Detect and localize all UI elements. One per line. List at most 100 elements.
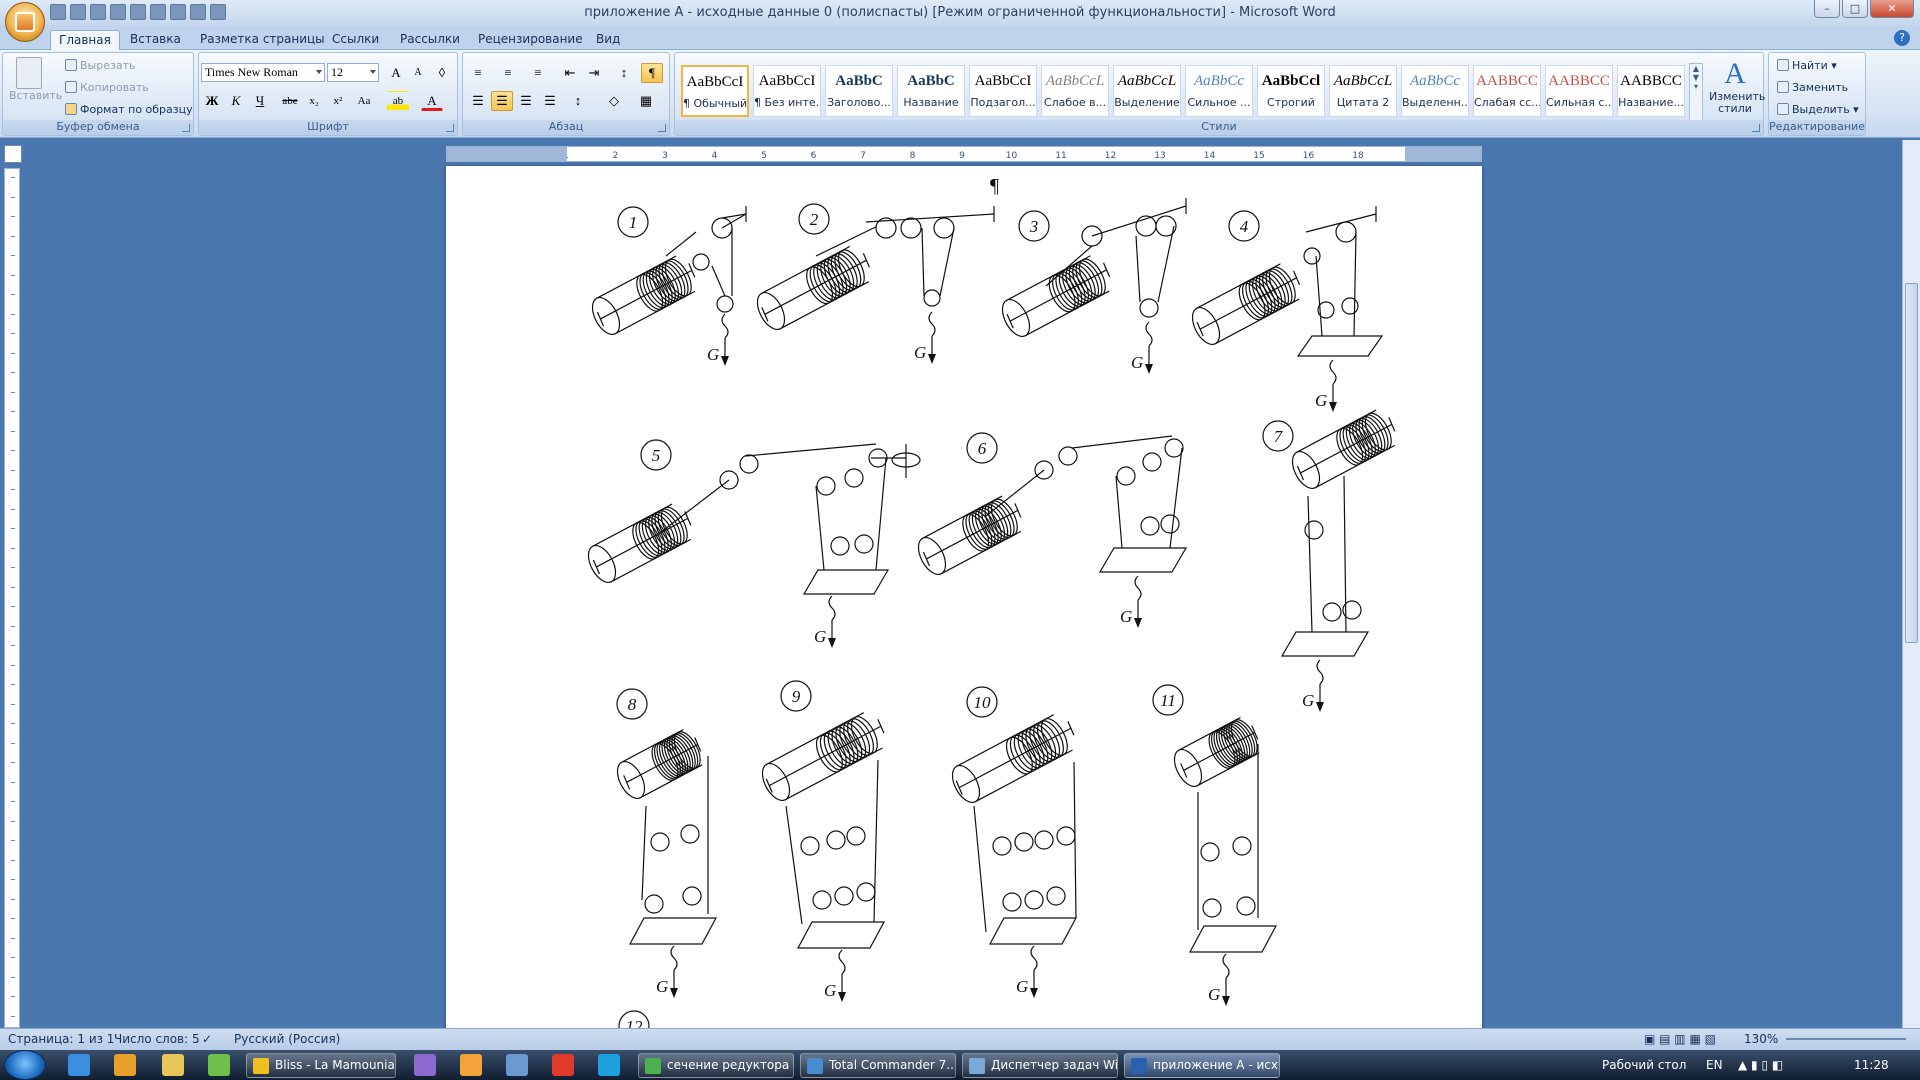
- bold-button[interactable]: Ж: [201, 91, 223, 111]
- underline-button[interactable]: Ч: [249, 91, 271, 111]
- style-tile[interactable]: AaBbCcL Цитата 2: [1329, 65, 1397, 117]
- task-manager[interactable]: Диспетчер задач Wi...: [962, 1053, 1118, 1078]
- sort-icon[interactable]: ↕: [613, 63, 635, 83]
- paragraph-launcher-icon[interactable]: [658, 124, 666, 132]
- view-buttons[interactable]: ▣ ▤ ▥ ▦ ▧: [1644, 1032, 1716, 1046]
- styles-launcher-icon[interactable]: [1752, 124, 1760, 132]
- tab-view[interactable]: Вид: [588, 30, 628, 50]
- justify-icon[interactable]: ☰: [539, 91, 561, 111]
- style-tile[interactable]: AABBCC Сильная с...: [1545, 65, 1613, 117]
- tab-mailings[interactable]: Рассылки: [392, 30, 468, 50]
- folder-icon[interactable]: [162, 1054, 184, 1076]
- style-tile[interactable]: AaBbC Заголово...: [825, 65, 893, 117]
- line-spacing-icon[interactable]: ↕: [567, 91, 589, 111]
- tab-page-layout[interactable]: Разметка страницы: [192, 30, 333, 50]
- close-button[interactable]: ✕: [1870, 0, 1914, 18]
- ie-icon[interactable]: [68, 1054, 90, 1076]
- borders-icon[interactable]: ▦: [635, 91, 657, 111]
- show-marks-button[interactable]: ¶: [641, 63, 663, 83]
- replace-button[interactable]: Заменить: [1777, 81, 1848, 94]
- font-color-button[interactable]: A: [421, 91, 443, 111]
- horizontal-ruler[interactable]: 211234567891011121314151618: [446, 146, 1482, 162]
- change-case-button[interactable]: Aa: [353, 91, 375, 111]
- style-tile[interactable]: AaBbCcL Выделение: [1113, 65, 1181, 117]
- style-tile[interactable]: AaBbCc Выделенн...: [1401, 65, 1469, 117]
- multilevel-list-icon[interactable]: ≡: [527, 63, 549, 83]
- help-icon[interactable]: ?: [1894, 30, 1910, 46]
- office-button[interactable]: [5, 2, 45, 42]
- task-media-player[interactable]: Bliss - La Mamounia ...: [246, 1053, 396, 1078]
- grow-font-button[interactable]: A: [385, 63, 407, 83]
- numbering-icon[interactable]: ≡: [497, 63, 519, 83]
- vs-icon[interactable]: [414, 1054, 436, 1076]
- style-tile[interactable]: AaBbCcI Подзагол...: [969, 65, 1037, 117]
- calculator-icon[interactable]: [208, 1054, 230, 1076]
- superscript-button[interactable]: x²: [327, 91, 349, 111]
- style-tile[interactable]: AaBbCcl Строгий: [1257, 65, 1325, 117]
- clear-format-icon[interactable]: ◊: [431, 63, 453, 83]
- bullets-icon[interactable]: ≡: [467, 63, 489, 83]
- clock[interactable]: 11:28: [1854, 1058, 1889, 1072]
- change-styles-button[interactable]: A Изменить стили: [1709, 57, 1765, 119]
- font-size-select[interactable]: 12: [327, 63, 379, 82]
- highlight-button[interactable]: ab: [387, 91, 409, 111]
- cut-button[interactable]: Вырезать: [65, 59, 135, 72]
- style-tile[interactable]: AABBCC Название...: [1617, 65, 1685, 117]
- style-tile[interactable]: AaBbCcI ¶ Обычный: [681, 65, 749, 117]
- tab-references[interactable]: Ссылки: [324, 30, 387, 50]
- paste-button[interactable]: Вставить: [9, 57, 62, 115]
- style-tile[interactable]: AaBbCcI ¶ Без инте...: [753, 65, 821, 117]
- subscript-button[interactable]: x₂: [303, 91, 325, 111]
- font-launcher-icon[interactable]: [446, 124, 454, 132]
- tab-review[interactable]: Рецензирование: [470, 30, 591, 50]
- app-icon[interactable]: [114, 1054, 136, 1076]
- scroll-thumb[interactable]: [1905, 283, 1918, 643]
- shrink-font-button[interactable]: A: [407, 63, 429, 83]
- copy-button[interactable]: Копировать: [65, 81, 149, 94]
- select-button[interactable]: Выделить ▾: [1777, 103, 1859, 116]
- increase-indent-icon[interactable]: ⇥: [583, 63, 605, 83]
- proofing-icon[interactable]: ✓: [202, 1032, 212, 1046]
- zoom-level[interactable]: 130%: [1744, 1032, 1778, 1046]
- start-button[interactable]: [4, 1050, 46, 1080]
- align-center-icon[interactable]: ☰: [491, 91, 513, 111]
- strikethrough-button[interactable]: abe: [279, 91, 301, 111]
- tab-home[interactable]: Главная: [50, 30, 120, 50]
- tab-selector[interactable]: [4, 145, 22, 163]
- style-tile[interactable]: AaBbCc Сильное ...: [1185, 65, 1253, 117]
- italic-button[interactable]: К: [225, 91, 247, 111]
- find-button[interactable]: Найти ▾: [1777, 59, 1837, 72]
- styles-scroll[interactable]: ▲ ▼ ▾: [1689, 63, 1703, 121]
- shading-icon[interactable]: ◇: [603, 91, 625, 111]
- align-left-icon[interactable]: ☰: [467, 91, 489, 111]
- task-browser[interactable]: сечение редуктора ...: [638, 1053, 794, 1078]
- style-tile[interactable]: AaBbC Название: [897, 65, 965, 117]
- align-right-icon[interactable]: ☰: [515, 91, 537, 111]
- decrease-indent-icon[interactable]: ⇤: [559, 63, 581, 83]
- document-page[interactable]: ¶ 1 G 2 G 3 G 4 G 5 G 6 G 7 G 8 G 9 G 10 G 11 G 12: [446, 166, 1482, 1028]
- clipboard-launcher-icon[interactable]: [182, 124, 190, 132]
- pulley-block: [1098, 547, 1188, 573]
- style-tile[interactable]: AaBbCcL Слабое в...: [1041, 65, 1109, 117]
- player-icon[interactable]: [460, 1054, 482, 1076]
- style-tile[interactable]: AABBCC Слабая сс...: [1473, 65, 1541, 117]
- skype-icon[interactable]: [598, 1054, 620, 1076]
- language-status[interactable]: Русский (Россия): [234, 1032, 340, 1046]
- format-painter-button[interactable]: Формат по образцу: [65, 103, 193, 116]
- desktop-toolbar[interactable]: Рабочий стол: [1602, 1058, 1686, 1072]
- tray-icons[interactable]: ▲ ▮ ▯ ◧: [1738, 1058, 1783, 1072]
- minimize-button[interactable]: –: [1814, 0, 1840, 18]
- vertical-ruler[interactable]: [4, 168, 20, 1028]
- font-name-select[interactable]: Times New Roman: [201, 63, 325, 82]
- page-count[interactable]: Страница: 1 из 1: [8, 1032, 114, 1046]
- zoom-slider[interactable]: [1786, 1038, 1906, 1040]
- word-count[interactable]: Число слов: 5: [114, 1032, 200, 1046]
- tab-insert[interactable]: Вставка: [122, 30, 189, 50]
- vertical-scrollbar[interactable]: [1902, 140, 1920, 1028]
- tool-icon[interactable]: [506, 1054, 528, 1076]
- maximize-button[interactable]: □: [1842, 0, 1868, 18]
- yandex-icon[interactable]: [552, 1054, 574, 1076]
- language-indicator[interactable]: EN: [1706, 1058, 1723, 1072]
- task-total-commander[interactable]: Total Commander 7....: [800, 1053, 956, 1078]
- task-word[interactable]: приложение А - исх...: [1124, 1053, 1280, 1078]
